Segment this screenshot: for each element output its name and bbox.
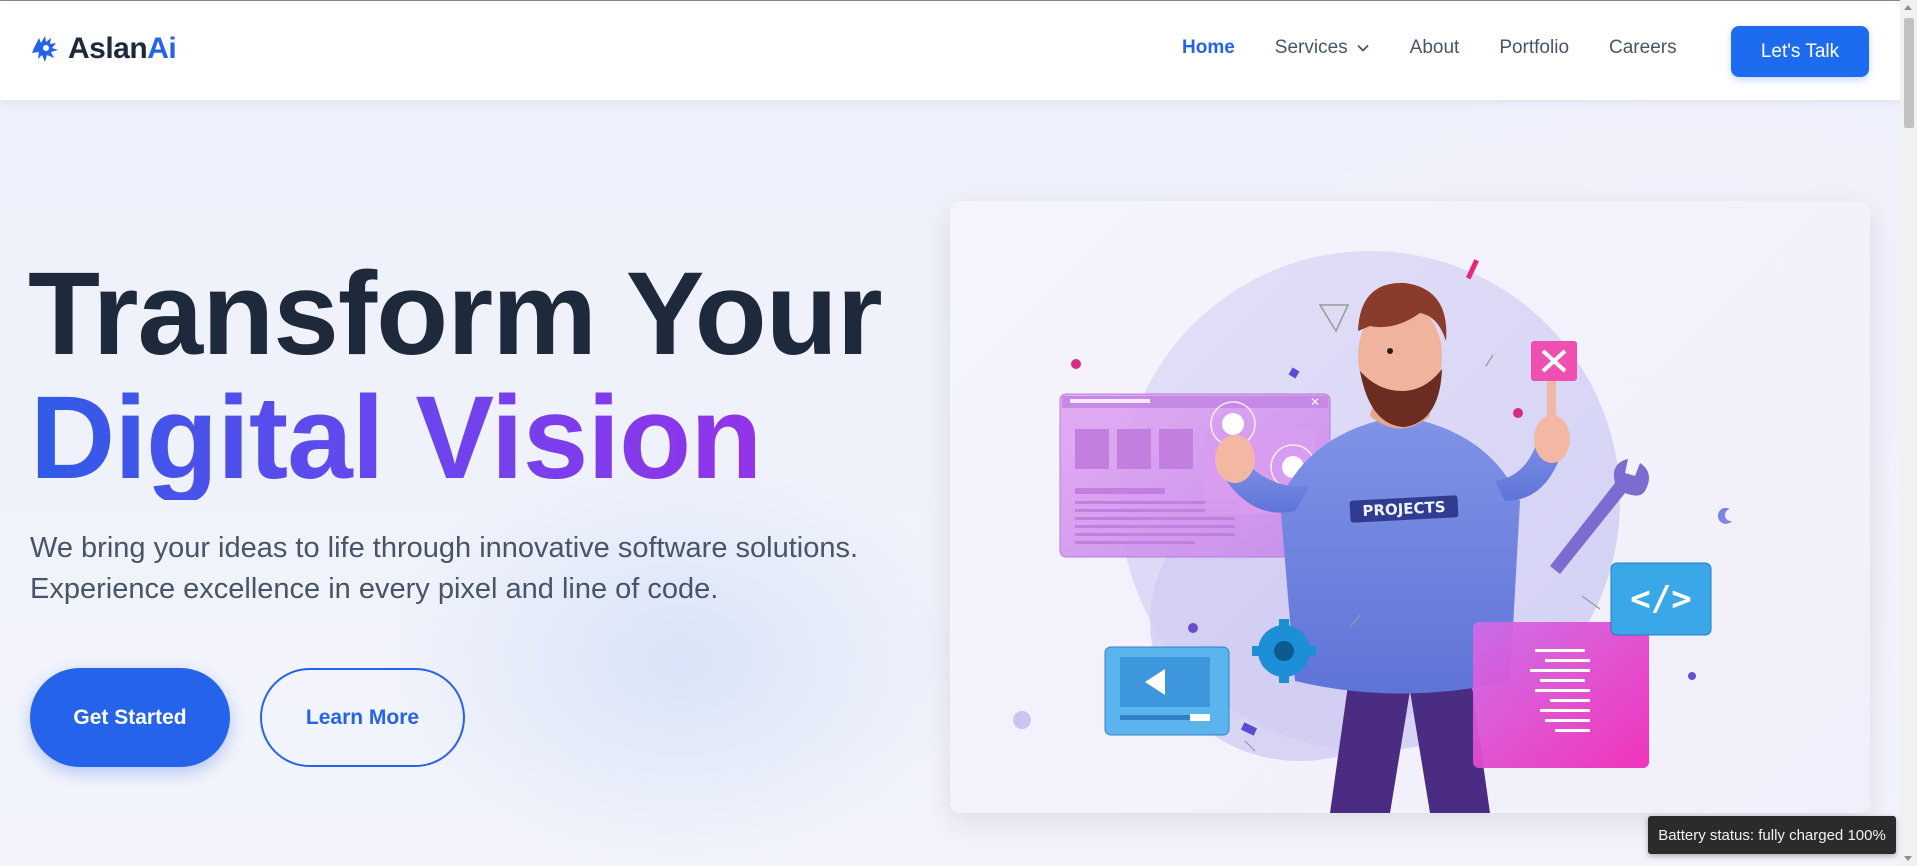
nav-item-services[interactable]: Services: [1275, 37, 1370, 59]
brand-name: AslanAi: [68, 32, 177, 66]
hero-subtitle: We bring your ideas to life through inno…: [30, 532, 859, 605]
confetti-dot: [1013, 711, 1031, 729]
svg-text:✕: ✕: [1310, 395, 1320, 409]
crescent-shape: [1717, 507, 1732, 524]
get-started-button[interactable]: Get Started: [30, 668, 230, 767]
battery-status-tooltip: Battery status: fully charged 100%: [1648, 816, 1896, 854]
code-tag-panel: </>: [1610, 562, 1712, 636]
main-nav: Home Services About Portfolio Careers: [1182, 37, 1717, 59]
hero-illustration: ✕ PROJECTS </>: [950, 201, 1870, 813]
lets-talk-button[interactable]: Let's Talk: [1731, 26, 1869, 77]
code-tag-icon: </>: [1630, 579, 1691, 619]
logo[interactable]: AslanAi: [30, 32, 177, 66]
confetti-dot: [1688, 672, 1696, 680]
video-player-panel: [1104, 646, 1230, 736]
nav-item-about[interactable]: About: [1410, 37, 1460, 59]
confetti-dot: [1513, 408, 1523, 418]
scroll-up-arrow-icon[interactable]: [1904, 5, 1912, 10]
code-document-panel: [1473, 622, 1649, 768]
nav-item-services-label: Services: [1274, 37, 1348, 58]
learn-more-button[interactable]: Learn More: [260, 668, 465, 767]
confetti-dot: [1071, 359, 1081, 369]
chevron-down-icon: [1357, 44, 1369, 52]
brand-name-part1: Aslan: [68, 32, 148, 65]
scroll-down-arrow-icon[interactable]: [1904, 856, 1912, 861]
lion-head-icon: [32, 36, 58, 62]
nav-item-portfolio[interactable]: Portfolio: [1499, 37, 1569, 59]
hero-title-line2: Digital Vision: [30, 372, 762, 504]
scrollbar-thumb[interactable]: [1904, 18, 1914, 128]
nav-item-home[interactable]: Home: [1182, 37, 1235, 59]
nav-item-careers[interactable]: Careers: [1609, 37, 1677, 59]
confetti-dot: [1188, 623, 1198, 633]
navbar: AslanAi Home Services About Portfolio Ca…: [0, 1, 1900, 100]
hero-title-line1: Transform Your: [28, 248, 883, 380]
developer-illustration: ✕ PROJECTS </>: [1013, 251, 1732, 813]
page-scrollbar[interactable]: [1900, 0, 1917, 866]
brand-name-part2: Ai: [147, 32, 177, 65]
close-card-icon: [1531, 341, 1577, 381]
